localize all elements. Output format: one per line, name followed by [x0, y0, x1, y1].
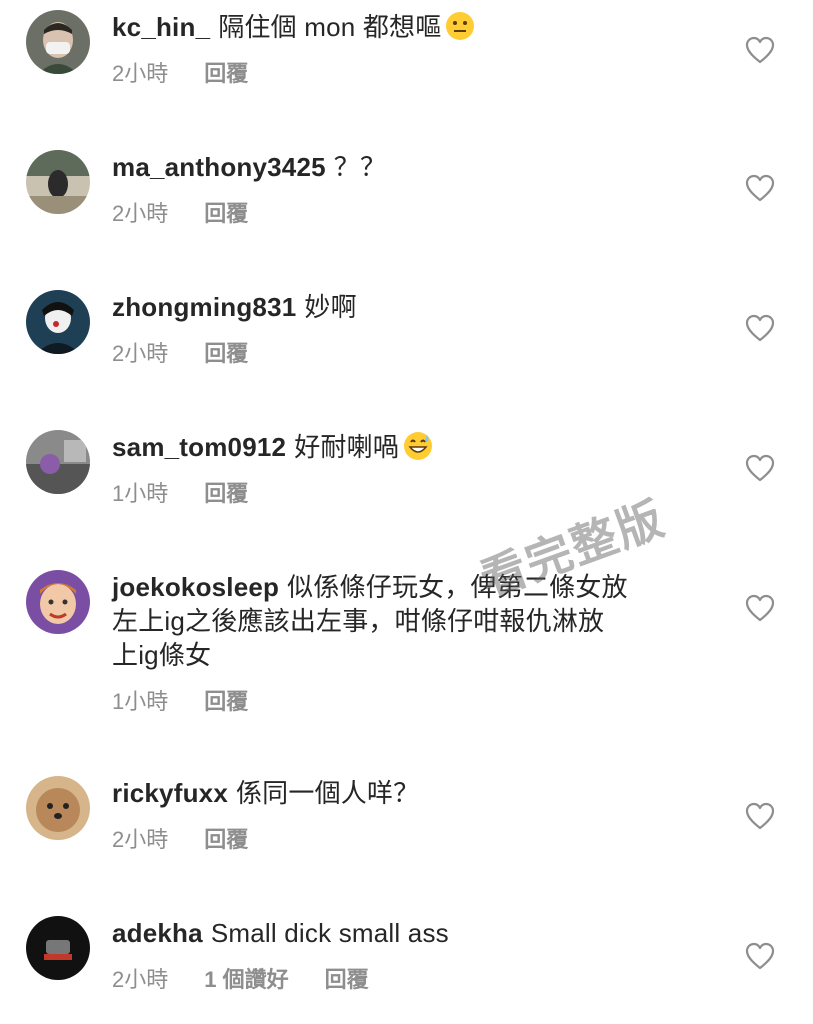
comment-username[interactable]: adekha [112, 918, 203, 948]
comment-time: 1小時 [112, 689, 169, 714]
comment-time: 2小時 [112, 341, 169, 366]
heart-icon[interactable] [745, 174, 775, 202]
comment-meta: 2小時 1 個讚好 回覆 [112, 962, 693, 994]
heart-icon[interactable] [745, 36, 775, 64]
avatar[interactable] [26, 570, 90, 634]
comment-body: ？？ [333, 152, 387, 182]
comment-username[interactable]: ma_anthony3425 [112, 152, 326, 182]
comment-text: rickyfuxx 係同一個人咩？ [112, 776, 693, 810]
comment-meta: 1小時 回覆 [112, 476, 693, 508]
comment-text: zhongming831 妙啊 [112, 290, 693, 324]
comment-meta: 1小時 回覆 [112, 684, 693, 716]
comment-time: 2小時 [112, 201, 169, 226]
avatar[interactable] [26, 290, 90, 354]
avatar[interactable] [26, 430, 90, 494]
comment-body: 隔住個 mon 都想嘔 [218, 12, 442, 42]
comment-body-line: 上ig條女 [112, 640, 212, 670]
reply-button[interactable]: 回覆 [204, 56, 248, 88]
avatar[interactable] [26, 776, 90, 840]
comment-username[interactable]: kc_hin_ [112, 12, 210, 42]
comment-body-line: 左上ig之後應該出左事，咁條仔咁報仇淋放 [112, 606, 605, 636]
comment-text: adekha Small dick small ass [112, 916, 693, 950]
comment-meta: 2小時 回覆 [112, 822, 693, 854]
comment-time: 2小時 [112, 61, 169, 86]
heart-icon[interactable] [745, 942, 775, 970]
reply-button[interactable]: 回覆 [204, 476, 248, 508]
comment-text: kc_hin_ 隔住個 mon 都想嘔 [112, 10, 693, 44]
reply-button[interactable]: 回覆 [204, 822, 248, 854]
comment-time: 1小時 [112, 481, 169, 506]
comment-body-line: 似係條仔玩女，俾第二條女放 [287, 572, 628, 602]
comment-time: 2小時 [112, 967, 169, 992]
comment-meta: 2小時 回覆 [112, 336, 693, 368]
comment-text: joekokosleep 似係條仔玩女，俾第二條女放 [112, 570, 693, 604]
avatar[interactable] [26, 150, 90, 214]
comment-body: 係同一個人咩？ [235, 778, 420, 808]
avatar[interactable] [26, 916, 90, 980]
comment-meta: 2小時 回覆 [112, 56, 693, 88]
reply-button[interactable]: 回覆 [204, 196, 248, 228]
comment-list: kc_hin_ 隔住個 mon 都想嘔 2小時 回覆 ma_anthony342… [0, 0, 813, 1024]
neutral-face-emoji [445, 11, 475, 41]
comment-username[interactable]: joekokosleep [112, 572, 279, 602]
heart-icon[interactable] [745, 454, 775, 482]
comment-body: Small dick small ass [210, 918, 449, 948]
comment-text: ma_anthony3425？？ [112, 150, 693, 184]
comment-username[interactable]: zhongming831 [112, 292, 296, 322]
comment-username[interactable]: rickyfuxx [112, 778, 228, 808]
grinning-sweat-emoji [403, 431, 433, 461]
comment-username[interactable]: sam_tom0912 [112, 432, 286, 462]
avatar[interactable] [26, 10, 90, 74]
comment-body: 妙啊 [304, 292, 357, 322]
likes-count[interactable]: 1 個讚好 [204, 962, 288, 994]
heart-icon[interactable] [745, 594, 775, 622]
comment-time: 2小時 [112, 827, 169, 852]
reply-button[interactable]: 回覆 [204, 684, 248, 716]
heart-icon[interactable] [745, 802, 775, 830]
comment-body: 好耐喇喎 [294, 432, 400, 462]
comment-text: sam_tom0912 好耐喇喎 [112, 430, 693, 464]
reply-button[interactable]: 回覆 [325, 962, 369, 994]
reply-button[interactable]: 回覆 [204, 336, 248, 368]
heart-icon[interactable] [745, 314, 775, 342]
comment-meta: 2小時 回覆 [112, 196, 693, 228]
